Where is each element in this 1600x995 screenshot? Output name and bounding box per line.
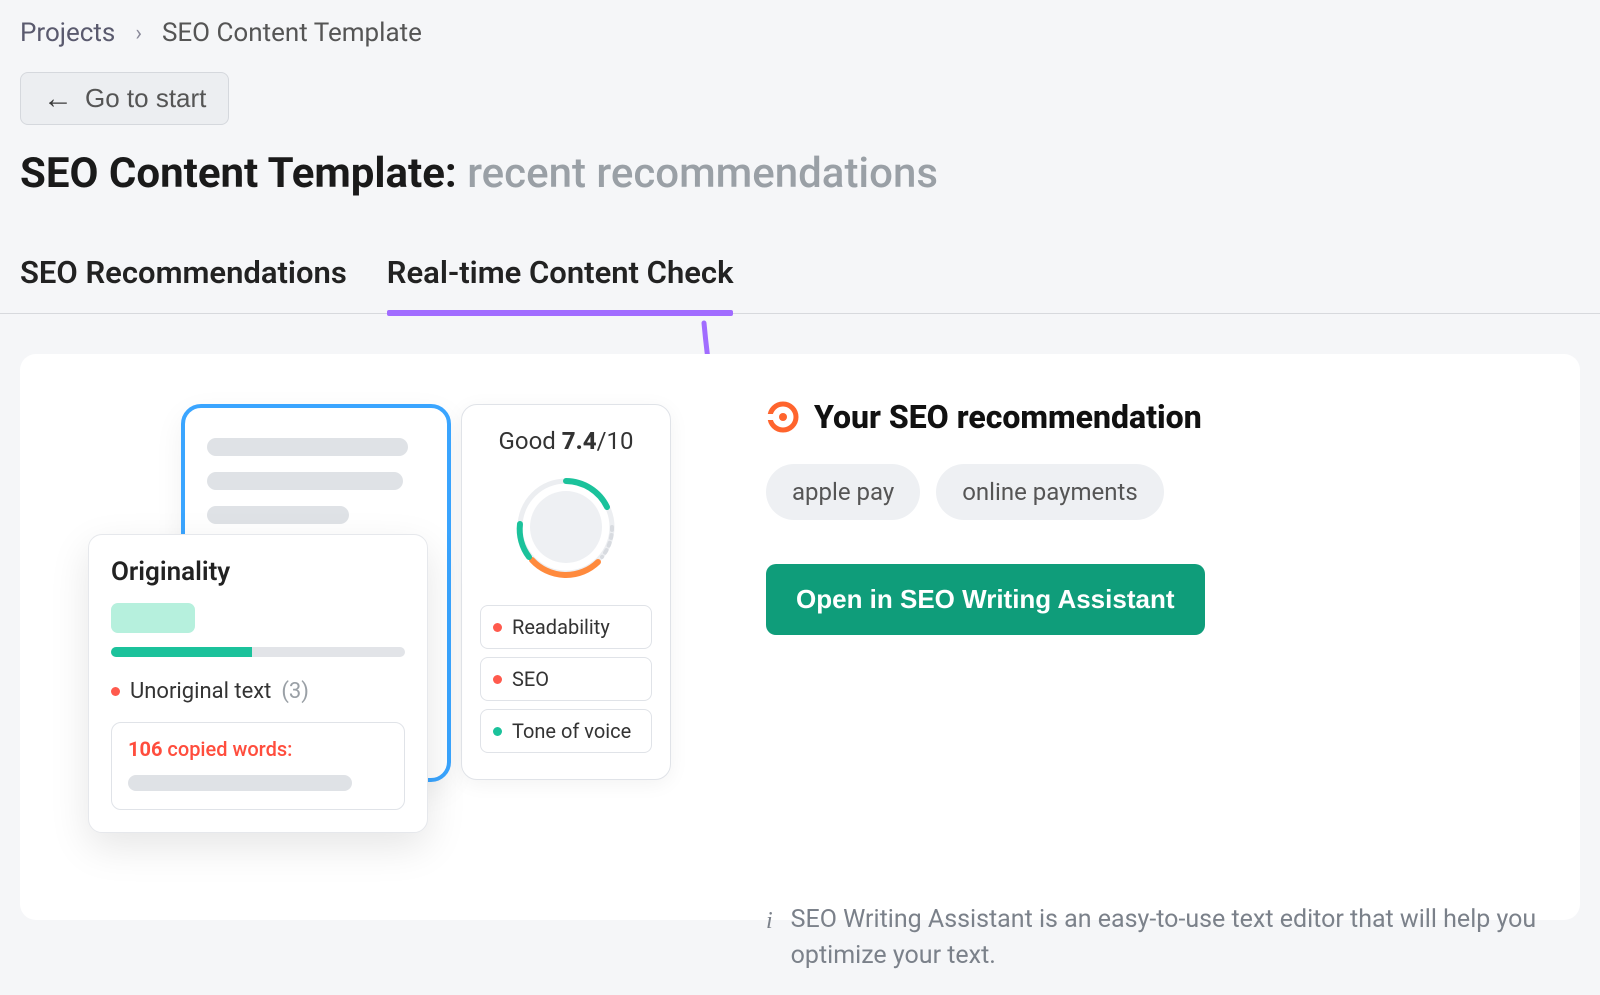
recommendation-side: Your SEO recommendation apple pay online… xyxy=(766,394,1544,884)
keyword-chips: apple pay online payments xyxy=(766,464,1544,520)
breadcrumb: Projects › SEO Content Template xyxy=(0,0,1600,72)
unoriginal-label: Unoriginal text xyxy=(130,679,271,704)
recommendation-heading: Your SEO recommendation xyxy=(766,398,1544,436)
score-max: /10 xyxy=(597,427,634,455)
originality-progress xyxy=(111,647,405,657)
content-card: Good 7.4/10 Readability SEO xyxy=(20,354,1580,920)
metric-readability[interactable]: Readability xyxy=(480,605,652,649)
originality-pill xyxy=(111,603,195,633)
breadcrumb-projects[interactable]: Projects xyxy=(20,18,115,48)
info-icon: i xyxy=(766,904,773,939)
breadcrumb-current: SEO Content Template xyxy=(162,18,422,48)
arrow-left-icon: ← xyxy=(43,84,73,114)
metric-tone[interactable]: Tone of voice xyxy=(480,709,652,753)
score-label: Good 7.4/10 xyxy=(480,427,652,455)
metric-label: SEO xyxy=(512,667,549,691)
tab-seo-recommendations[interactable]: SEO Recommendations xyxy=(20,248,347,313)
tabs: SEO Recommendations Real-time Content Ch… xyxy=(0,248,1600,314)
placeholder-line xyxy=(128,775,352,791)
copied-words-box: 106 copied words: xyxy=(111,722,405,810)
metric-label: Readability xyxy=(512,615,610,639)
placeholder-line xyxy=(207,472,403,490)
tab-realtime-content-check[interactable]: Real-time Content Check xyxy=(387,248,734,313)
score-gauge xyxy=(480,467,652,587)
recommendation-heading-text: Your SEO recommendation xyxy=(814,398,1202,436)
unoriginal-text-row[interactable]: Unoriginal text (3) xyxy=(111,679,405,704)
score-panel: Good 7.4/10 Readability SEO xyxy=(461,404,671,780)
chip-apple-pay[interactable]: apple pay xyxy=(766,464,920,520)
info-text: SEO Writing Assistant is an easy-to-use … xyxy=(791,902,1544,975)
status-dot-icon xyxy=(493,623,502,632)
go-to-start-label: Go to start xyxy=(85,83,206,114)
copied-words-number: 106 xyxy=(128,737,162,761)
page-title: SEO Content Template: recent recommendat… xyxy=(0,149,1600,248)
info-row: i SEO Writing Assistant is an easy-to-us… xyxy=(766,902,1544,975)
unoriginal-count: (3) xyxy=(281,679,309,704)
semrush-logo-icon xyxy=(766,400,800,434)
page-title-sub: recent recommendations xyxy=(467,149,938,198)
originality-title: Originality xyxy=(111,557,405,587)
score-value: 7.4 xyxy=(562,427,597,455)
score-word: Good xyxy=(499,427,556,455)
gauge-icon xyxy=(506,467,626,587)
status-dot-icon xyxy=(111,687,120,696)
metric-label: Tone of voice xyxy=(512,719,631,743)
placeholder-line xyxy=(207,438,408,456)
copied-words-rest: copied words: xyxy=(162,737,292,761)
go-to-start-button[interactable]: ← Go to start xyxy=(20,72,229,125)
metric-seo[interactable]: SEO xyxy=(480,657,652,701)
status-dot-icon xyxy=(493,675,502,684)
open-seo-writing-assistant-button[interactable]: Open in SEO Writing Assistant xyxy=(766,564,1205,635)
chip-online-payments[interactable]: online payments xyxy=(936,464,1164,520)
page-title-main: SEO Content Template: xyxy=(20,149,457,198)
illustration: Good 7.4/10 Readability SEO xyxy=(56,394,676,884)
chevron-right-icon: › xyxy=(135,21,142,46)
copied-words-headline: 106 copied words: xyxy=(128,737,388,761)
originality-card: Originality Unoriginal text (3) 106 copi… xyxy=(88,534,428,833)
status-dot-icon xyxy=(493,727,502,736)
placeholder-line xyxy=(207,506,349,524)
